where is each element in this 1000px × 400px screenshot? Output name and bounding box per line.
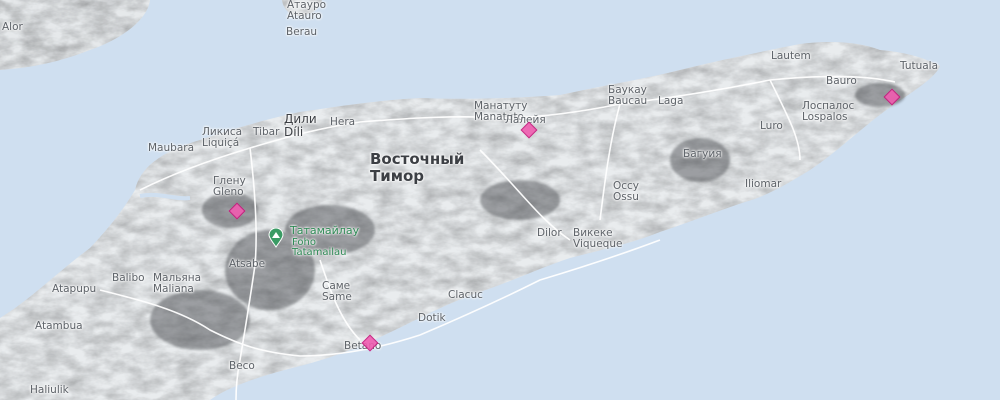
place-lautem: Lautem: [771, 51, 811, 62]
place-same: Саме Same: [322, 281, 352, 303]
place-atapupu-line-1: Atapupu: [52, 283, 97, 295]
place-luro-line-1: Luro: [760, 120, 783, 132]
place-tutuala-line-1: Tutuala: [900, 60, 939, 72]
place-clacuc: Clacuc: [448, 290, 483, 301]
place-baguia-line-1: Багуия: [683, 148, 722, 160]
place-liquica: Ликиса Liquiçá: [202, 127, 242, 149]
place-atauro-line-2: Atauro: [287, 10, 322, 22]
country-label-line-2: Тимор: [370, 167, 425, 185]
place-clacuc-line-1: Clacuc: [448, 289, 483, 301]
place-dotik: Dotik: [418, 313, 446, 324]
place-baucau-line-2: Baucau: [608, 95, 648, 107]
country-label-line-1: Восточный: [370, 150, 465, 168]
terrain-layer: [0, 0, 940, 400]
place-atapupu: Atapupu: [52, 284, 96, 295]
peak-label-local: Foho Tatamailau: [292, 238, 347, 258]
country-label: Восточный Тимор: [370, 151, 464, 185]
place-dili-line-2: Díli: [284, 125, 304, 139]
place-iliomar: Iliomar: [745, 179, 781, 190]
place-dotik-line-1: Dotik: [418, 312, 446, 324]
place-tutuala: Tutuala: [900, 61, 938, 72]
place-gleno: Глену Gleno: [213, 176, 246, 198]
place-atambua: Atambua: [35, 321, 83, 332]
map-canvas[interactable]: Восточный Тимор Татамайлау Foho Tatamail…: [0, 0, 1000, 400]
place-hera-line-1: Hera: [330, 116, 356, 128]
place-viqueque: Викеке Viqueque: [573, 228, 622, 250]
place-laga-line-1: Laga: [658, 95, 684, 107]
place-atsabe-line-1: Atsabe: [229, 258, 266, 270]
place-hera: Hera: [330, 117, 355, 128]
place-dilor: Dilor: [537, 228, 562, 239]
place-lospalos: Лоспалос Lospalos: [802, 101, 854, 123]
place-lospalos-line-2: Lospalos: [802, 111, 848, 123]
place-bauro: Bauro: [826, 76, 857, 87]
place-beco: Beco: [229, 361, 255, 372]
place-tibar: Tibar: [253, 127, 279, 138]
place-bauro-line-1: Bauro: [826, 75, 857, 87]
place-alor: Alor: [2, 22, 23, 33]
place-laga: Laga: [658, 96, 683, 107]
place-iliomar-line-1: Iliomar: [745, 178, 782, 190]
place-dilor-line-1: Dilor: [537, 227, 562, 239]
place-same-line-2: Same: [322, 291, 352, 303]
place-maubara: Maubara: [148, 143, 194, 154]
place-baguia: Багуия: [683, 149, 722, 160]
place-alor-line-1: Alor: [2, 21, 23, 33]
place-atauro: Атауро Atauro: [287, 0, 326, 22]
place-haliulik: Haliulik: [30, 385, 69, 396]
place-atsabe: Atsabe: [229, 259, 265, 270]
place-luro: Luro: [760, 121, 783, 132]
place-haliulik-line-1: Haliulik: [30, 384, 69, 396]
place-ossu-line-2: Ossu: [613, 191, 639, 203]
peak-label: Татамайлау: [290, 225, 359, 236]
place-atambua-line-1: Atambua: [35, 320, 83, 332]
place-lautem-line-1: Lautem: [771, 50, 811, 62]
place-balibo-line-1: Balibo: [112, 272, 145, 284]
mountain-peak-icon[interactable]: [268, 227, 284, 252]
place-maliana: Мальяна Maliana: [153, 273, 201, 295]
place-maliana-line-2: Maliana: [153, 283, 194, 295]
place-viqueque-line-2: Viqueque: [573, 238, 623, 250]
place-gleno-line-2: Gleno: [213, 186, 244, 198]
place-baucau: Баукау Baucau: [608, 85, 647, 107]
peak-label-ru: Татамайлау: [290, 224, 360, 237]
place-berau-line-1: Berau: [286, 26, 318, 38]
place-berau: Berau: [286, 27, 317, 38]
peak-label-local-2: Tatamailau: [292, 247, 347, 258]
place-liquica-line-2: Liquiçá: [202, 137, 240, 149]
place-ossu: Оссу Ossu: [613, 181, 639, 203]
place-tibar-line-1: Tibar: [253, 126, 280, 138]
place-dili: Дили Díli: [284, 113, 317, 139]
place-beco-line-1: Beco: [229, 360, 255, 372]
place-balibo: Balibo: [112, 273, 145, 284]
place-maubara-line-1: Maubara: [148, 142, 194, 154]
